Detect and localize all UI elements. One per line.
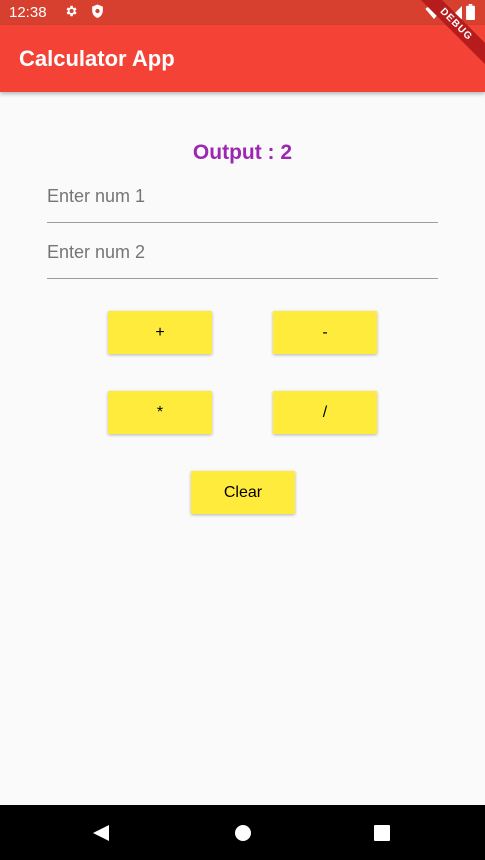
recents-icon[interactable]	[373, 824, 391, 842]
status-bar: 12:38	[0, 0, 485, 25]
home-icon[interactable]	[234, 824, 252, 842]
multiply-button[interactable]: *	[108, 391, 212, 434]
num2-input[interactable]	[47, 235, 438, 269]
output-label: Output : 2	[192, 141, 293, 164]
navigation-bar	[0, 805, 485, 860]
wifi-icon	[425, 6, 443, 19]
gear-icon	[66, 5, 77, 17]
battery-icon	[466, 4, 475, 20]
app-title: Calculator App	[19, 46, 175, 71]
app-bar: Calculator App	[0, 25, 485, 92]
num1-field	[47, 178, 438, 223]
signal-icon	[449, 6, 462, 19]
num2-field	[47, 234, 438, 279]
back-icon[interactable]	[92, 824, 110, 842]
divide-button[interactable]: /	[273, 391, 377, 434]
status-time: 12:38	[9, 4, 47, 21]
clear-button[interactable]: Clear	[191, 471, 295, 514]
shield-icon	[92, 4, 103, 18]
add-button[interactable]: +	[108, 311, 212, 354]
num1-input[interactable]	[47, 179, 438, 213]
subtract-button[interactable]: -	[273, 311, 377, 354]
